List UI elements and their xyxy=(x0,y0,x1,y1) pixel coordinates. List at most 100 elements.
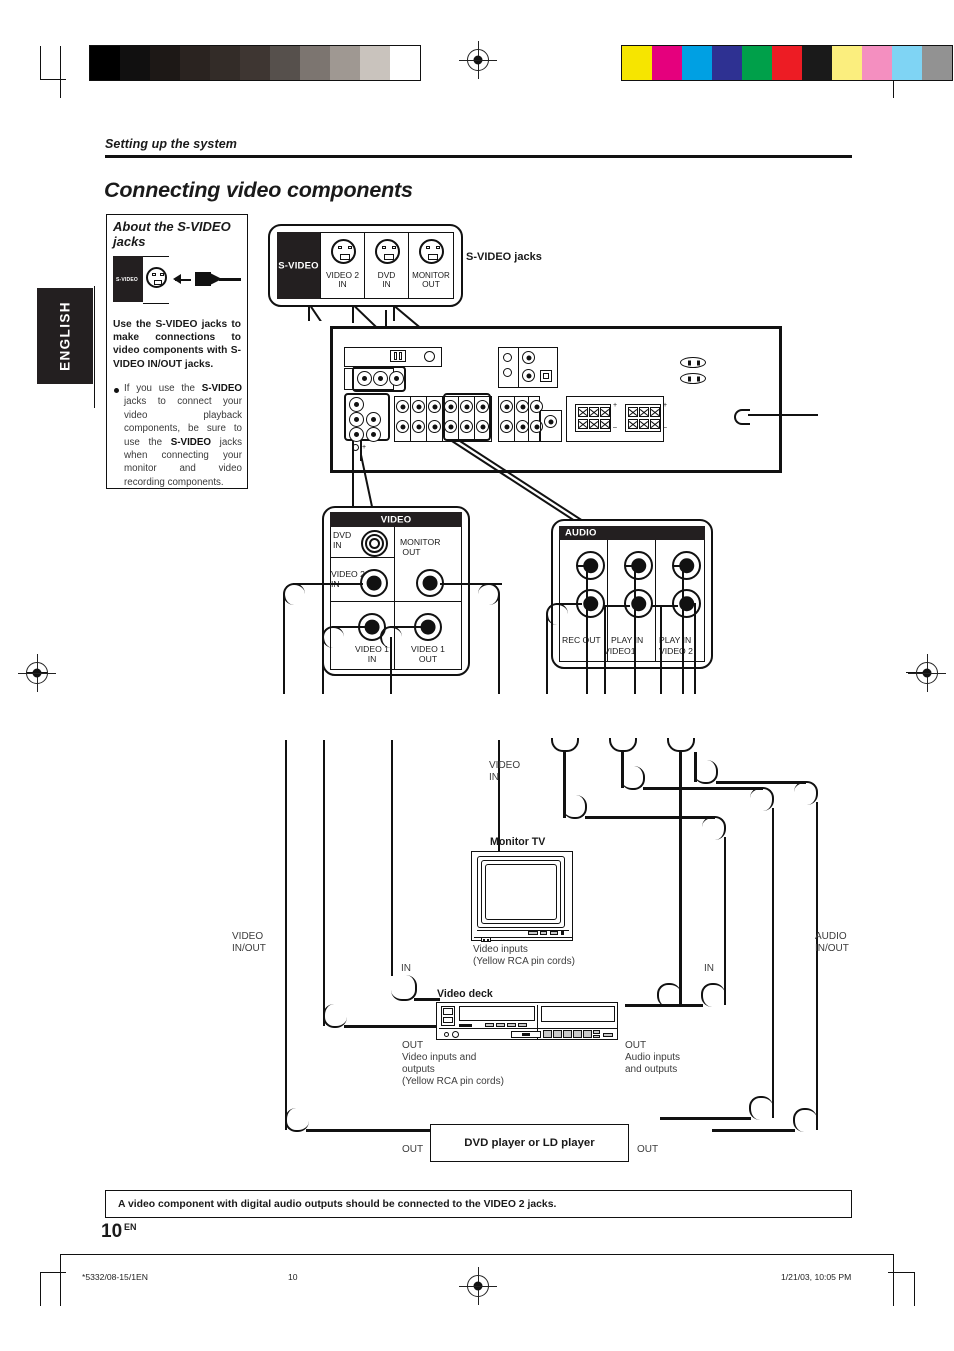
calibration-swatch-0 xyxy=(90,46,120,80)
deck-video-caption: Video inputs and outputs (Yellow RCA pin… xyxy=(402,1052,504,1087)
video-panel-header: VIDEO xyxy=(330,512,462,527)
calibration-swatch-3 xyxy=(180,46,210,80)
footer-rule xyxy=(60,1254,894,1255)
registration-target-top xyxy=(459,41,497,79)
dvd-player-name: DVD player or LD player xyxy=(464,1137,595,1149)
note-text: A video component with digital audio out… xyxy=(118,1198,557,1210)
footer-left: *5332/08-15/1EN xyxy=(82,1272,148,1282)
page-number-suffix: EN xyxy=(124,1222,137,1232)
rca-plug-video-2 xyxy=(315,694,333,740)
svideo-panel-label: S-VIDEO xyxy=(278,260,319,271)
audio-panel-divider-2 xyxy=(655,540,657,662)
audio-panel-edge-left xyxy=(559,540,561,662)
svideo-jack-cell-video2: VIDEO 2 IN xyxy=(320,232,365,299)
in-right-label: IN xyxy=(704,963,714,974)
svideo-jack-label-monitor-l2: OUT xyxy=(422,279,440,289)
about-svideo-bullet: If you use the S-VIDEO jacks to connect … xyxy=(124,383,243,488)
svideo-din-icon-dvd xyxy=(375,239,400,264)
language-tab: ENGLISH xyxy=(37,288,93,384)
deck-out-left-label: OUT xyxy=(402,1040,424,1051)
about-svideo-body: Use the S-VIDEO jacks to make connection… xyxy=(113,319,241,370)
in-left-label: IN xyxy=(401,963,411,974)
calibration-swatch-0 xyxy=(622,46,652,80)
rca-plug-audio-1-black xyxy=(569,694,587,740)
svideo-mini-illustration: S-VIDEO xyxy=(113,256,241,304)
audio-panel-divider-1 xyxy=(607,540,609,662)
video-deck-illustration xyxy=(436,1002,618,1040)
audio-rec-out-label: REC OUT xyxy=(562,635,601,645)
calibration-swatch-4 xyxy=(742,46,772,80)
svideo-jacks-callout-label: S-VIDEO jacks xyxy=(466,251,542,263)
registration-target-bottom xyxy=(459,1267,497,1305)
tab-edge-rule xyxy=(94,286,96,408)
footer-right: 1/21/03, 10:05 PM xyxy=(781,1272,852,1282)
footer-center: 10 xyxy=(288,1272,298,1282)
audio-play-in-video1-jack-bottom xyxy=(624,589,653,618)
calibration-swatch-3 xyxy=(712,46,742,80)
rca-plug-audio-2-black xyxy=(627,694,645,740)
calibration-swatch-2 xyxy=(682,46,712,80)
calibration-swatch-1 xyxy=(652,46,682,80)
calibration-swatch-5 xyxy=(240,46,270,80)
audio-play-in-video2-jack-bottom xyxy=(672,589,701,618)
rca-plug-video-4 xyxy=(490,694,508,740)
calibration-swatch-6 xyxy=(802,46,832,80)
page-title: Connecting video components xyxy=(104,178,413,202)
video-in-label: VIDEO IN xyxy=(489,760,521,783)
dvd-out-right-label: OUT xyxy=(637,1144,659,1155)
calibration-swatch-7 xyxy=(300,46,330,80)
calibration-swatch-8 xyxy=(330,46,360,80)
svideo-din-icon-monitor xyxy=(419,239,444,264)
video-panel-header-label: VIDEO xyxy=(380,514,412,525)
bullet-dot xyxy=(114,388,119,393)
rca-plug-video-1 xyxy=(277,694,295,740)
calibration-swatch-10 xyxy=(922,46,952,80)
audio-panel-header: AUDIO xyxy=(559,526,705,540)
page-number: 10 xyxy=(101,1221,123,1242)
svideo-mini-label: S-VIDEO xyxy=(116,277,138,283)
rca-pair-bridge-1 xyxy=(551,738,579,752)
audio-video1-label: VIDEO1 xyxy=(604,646,636,656)
audio-play-in-video2-label: PLAY IN xyxy=(659,635,692,645)
video-dvd-in-label: DVD IN xyxy=(333,530,352,550)
calibration-swatch-9 xyxy=(360,46,390,80)
calibration-swatch-7 xyxy=(832,46,862,80)
note-box: A video component with digital audio out… xyxy=(105,1190,852,1218)
monitor-tv-caption: Video inputs (Yellow RCA pin cords) xyxy=(473,944,575,967)
language-tab-label: ENGLISH xyxy=(57,301,73,371)
calibration-swatch-6 xyxy=(270,46,300,80)
calibration-swatch-5 xyxy=(772,46,802,80)
svideo-din-icon-video2 xyxy=(331,239,356,264)
audio-panel-edge-right xyxy=(704,540,706,662)
calibration-swatch-4 xyxy=(210,46,240,80)
registration-target-left xyxy=(18,654,56,692)
video-video1-out-label: VIDEO 1 OUT xyxy=(411,644,445,664)
svideo-jack-label-dvd-l2: IN xyxy=(382,279,391,289)
video-panel-divider-h2 xyxy=(330,601,462,603)
rear-highlight-video-bank xyxy=(443,393,491,441)
video-inout-label: VIDEO IN/OUT xyxy=(232,931,266,954)
rca-plug-audio-1-white xyxy=(543,694,561,740)
calibration-swatch-10 xyxy=(390,46,420,80)
svideo-jack-cell-dvd: DVD IN xyxy=(364,232,409,299)
about-svideo-title: About the S-VIDEO jacks xyxy=(113,219,231,249)
video-panel-divider-bottom xyxy=(330,669,462,671)
rca-plug-audio-3-black xyxy=(685,694,703,740)
calibration-swatch-1 xyxy=(120,46,150,80)
monitor-tv-illustration xyxy=(471,851,573,942)
rca-pair-bridge-3 xyxy=(667,738,695,752)
video-deck-name: Video deck xyxy=(437,988,493,1000)
audio-inout-label: AUDIO IN/OUT xyxy=(815,931,849,954)
svideo-panel-black-block: S-VIDEO xyxy=(277,232,320,299)
svideo-jack-cell-monitor: MONITOR OUT xyxy=(408,232,454,299)
registration-target-right xyxy=(908,654,946,692)
calibration-swatch-8 xyxy=(862,46,892,80)
rca-pair-bridge-2 xyxy=(609,738,637,752)
audio-video2-label: VIDEO 2 xyxy=(659,646,693,656)
dvd-out-left-label: OUT xyxy=(402,1144,424,1155)
video-monitor-out-label: MONITOR OUT xyxy=(400,537,441,557)
header-rule xyxy=(105,155,852,159)
rca-plug-audio-3-white xyxy=(659,694,677,740)
rca-plug-audio-2-white xyxy=(601,694,619,740)
calibration-swatch-9 xyxy=(892,46,922,80)
